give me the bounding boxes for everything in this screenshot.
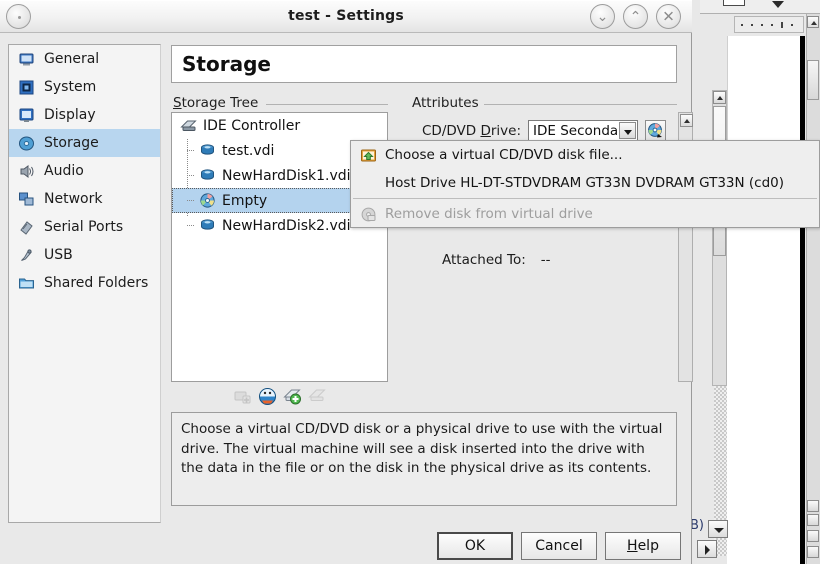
chevron-down-icon[interactable] (772, 1, 784, 8)
background-scroll-up-icon[interactable] (713, 91, 726, 104)
attached-to-value: -- (541, 252, 551, 268)
tree-node-label: NewHardDisk2.vdi (222, 218, 351, 234)
add-attachment-icon[interactable] (283, 387, 302, 406)
sidebar-item-network[interactable]: Network (9, 185, 160, 213)
add-controller-icon[interactable] (233, 387, 252, 406)
sidebar-item-label: Serial Ports (44, 219, 123, 235)
menu-item-label: Remove disk from virtual drive (385, 206, 593, 222)
tree-node-label: Empty (222, 193, 267, 209)
menu-separator (353, 198, 817, 199)
sidebar-item-label: Display (44, 107, 96, 123)
background-scroll-buttons[interactable] (806, 500, 820, 562)
sidebar-item-label: System (44, 79, 96, 95)
menu-item-host-drive[interactable]: Host Drive HL-DT-STDVDRAM GT33N DVDRAM G… (351, 169, 819, 197)
menu-item-label: Choose a virtual CD/DVD disk file... (385, 147, 623, 163)
sidebar-item-audio[interactable]: Audio (9, 157, 160, 185)
hdd-icon (199, 167, 216, 184)
attributes-group-label: Attributes (412, 95, 484, 111)
chevron-down-icon[interactable] (619, 122, 636, 139)
scrollbar-thumb[interactable] (807, 60, 819, 100)
sidebar-item-serial-ports[interactable]: Serial Ports (9, 213, 160, 241)
cancel-button[interactable]: Cancel (521, 532, 597, 560)
maximize-button[interactable]: ⌃ (623, 4, 648, 29)
background-text-fragment: B) (690, 518, 704, 533)
sidebar-item-label: USB (44, 247, 73, 263)
page-title: Storage (171, 45, 677, 83)
scroll-up-icon[interactable] (680, 114, 693, 127)
attached-to-label: Attached To: (442, 252, 526, 268)
chevron-up-icon: ⌃ (630, 10, 642, 24)
tree-node-label: IDE Controller (203, 118, 300, 134)
tree-node-label: NewHardDisk1.vdi (222, 168, 351, 184)
remove-controller-icon[interactable] (258, 387, 277, 406)
folder-icon (18, 275, 35, 292)
background-toolbar-button[interactable] (723, 0, 745, 6)
cd-dvd-drive-value: IDE Seconda (533, 123, 618, 139)
settings-dialog: test - Settings ⌄ ⌃ ✕ General (0, 0, 692, 564)
background-play-icon[interactable] (697, 540, 717, 558)
open-folder-icon (360, 147, 377, 164)
sidebar-item-label: Audio (44, 163, 84, 179)
ok-button[interactable]: OK (437, 532, 513, 560)
display-icon (18, 107, 35, 124)
sidebar-item-shared-folders[interactable]: Shared Folders (9, 269, 160, 297)
remove-attachment-icon[interactable] (308, 387, 327, 406)
cd-icon (199, 192, 216, 209)
close-icon: ✕ (662, 9, 675, 24)
minimize-button[interactable]: ⌄ (590, 4, 615, 29)
remove-disk-icon (360, 206, 377, 223)
scroll-up-icon[interactable] (807, 16, 819, 28)
background-document-canvas-lower (727, 212, 805, 564)
cd-dvd-drive-label: CD/DVD Drive: (422, 123, 521, 139)
usb-icon (18, 247, 35, 264)
dialog-button-row: OK Cancel Help (437, 532, 681, 560)
menu-item-choose-disk-file[interactable]: Choose a virtual CD/DVD disk file... (351, 141, 819, 169)
storage-tree-group-label: Storage Tree (173, 95, 263, 111)
sidebar-item-label: Shared Folders (44, 275, 148, 291)
sidebar-item-general[interactable]: General (9, 45, 160, 73)
sidebar-item-label: Storage (44, 135, 99, 151)
background-ruler (734, 16, 804, 33)
description-box: Choose a virtual CD/DVD disk or a physic… (171, 412, 677, 506)
background-canvas-shadow-lower (800, 212, 805, 564)
sidebar-item-label: General (44, 51, 99, 67)
choose-disk-button[interactable] (645, 120, 666, 141)
chevron-down-icon: ⌄ (597, 10, 609, 24)
hdd-icon (199, 217, 216, 234)
menu-item-label: Host Drive HL-DT-STDVDRAM GT33N DVDRAM G… (385, 175, 784, 191)
window-title: test - Settings (0, 8, 692, 24)
disc-icon (18, 135, 35, 152)
menu-icon-placeholder (360, 175, 377, 192)
sidebar-item-label: Network (44, 191, 102, 207)
background-dropdown-icon[interactable] (708, 520, 728, 538)
sidebar-item-usb[interactable]: USB (9, 241, 160, 269)
sidebar-item-display[interactable]: Display (9, 101, 160, 129)
cd-dvd-drive-combo[interactable]: IDE Seconda (528, 120, 638, 141)
title-bar: test - Settings ⌄ ⌃ ✕ (0, 0, 692, 33)
help-button[interactable]: Help (605, 532, 681, 560)
cd-dvd-context-menu[interactable]: Choose a virtual CD/DVD disk file... Hos… (350, 140, 820, 228)
tree-node-ide-controller[interactable]: IDE Controller (172, 113, 387, 138)
tree-node-label: test.vdi (222, 143, 274, 159)
hdd-icon (199, 142, 216, 159)
close-button[interactable]: ✕ (656, 4, 681, 29)
sidebar-item-storage[interactable]: Storage (9, 129, 160, 157)
controller-icon (180, 117, 197, 134)
settings-sidebar: General System Display Storage (8, 44, 161, 523)
storage-tree-toolbar (171, 385, 388, 407)
monitor-icon (18, 51, 35, 68)
attached-to-row: Attached To: -- (442, 252, 551, 268)
serial-port-icon (18, 219, 35, 236)
background-toolbar (700, 0, 820, 14)
menu-item-remove-disk[interactable]: Remove disk from virtual drive (351, 200, 819, 228)
network-icon (18, 191, 35, 208)
speaker-icon (18, 163, 35, 180)
sidebar-item-system[interactable]: System (9, 73, 160, 101)
chip-icon (18, 79, 35, 96)
